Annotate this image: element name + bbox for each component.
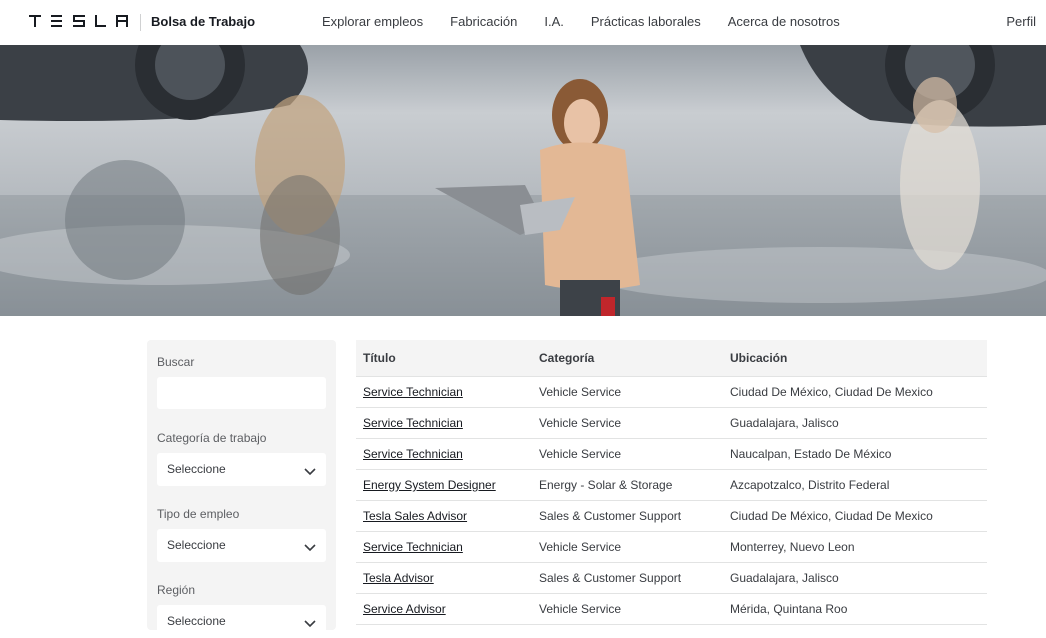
job-title-link[interactable]: Tesla Advisor (363, 571, 434, 585)
nav-explorar-empleos[interactable]: Explorar empleos (322, 14, 423, 29)
nav-ia[interactable]: I.A. (544, 14, 564, 29)
job-title-link[interactable]: Service Technician (363, 385, 463, 399)
type-select[interactable]: Seleccione (157, 529, 326, 562)
job-location: Mérida, Quintana Roo (730, 602, 848, 616)
table-row: Energy System Designer Energy - Solar & … (356, 470, 987, 501)
table-row: Tesla Sales Advisor Sales & Customer Sup… (356, 501, 987, 532)
job-title-link[interactable]: Energy System Designer (363, 478, 496, 492)
column-header-location[interactable]: Ubicación (730, 351, 787, 365)
category-select[interactable]: Seleccione (157, 453, 326, 486)
region-select-value: Seleccione (167, 614, 226, 628)
nav-practicas-laborales[interactable]: Prácticas laborales (591, 14, 701, 29)
hero-image (0, 45, 1046, 316)
job-title-link[interactable]: Service Technician (363, 416, 463, 430)
job-category: Vehicle Service (539, 540, 622, 554)
nav-acerca-de-nosotros[interactable]: Acerca de nosotros (728, 14, 840, 29)
table-row: Service Technician Vehicle Service Nauca… (356, 439, 987, 470)
region-select[interactable]: Seleccione (157, 605, 326, 638)
category-label: Categoría de trabajo (157, 431, 267, 445)
job-category: Vehicle Service (539, 385, 622, 399)
job-category: Sales & Customer Support (539, 509, 682, 523)
job-title-link[interactable]: Service Advisor (363, 602, 446, 616)
job-category: Vehicle Service (539, 447, 622, 461)
type-select-value: Seleccione (167, 538, 226, 552)
job-location: Azcapotzalco, Distrito Federal (730, 478, 890, 492)
job-category: Energy - Solar & Storage (539, 478, 673, 492)
job-location: Ciudad De México, Ciudad De Mexico (730, 385, 933, 399)
chevron-down-icon (304, 464, 316, 476)
top-header: Bolsa de Trabajo Explorar empleos Fabric… (0, 0, 1046, 45)
type-label: Tipo de empleo (157, 507, 240, 521)
column-header-title[interactable]: Título (363, 351, 396, 365)
column-header-category[interactable]: Categoría (539, 351, 594, 365)
job-location: Ciudad De México, Ciudad De Mexico (730, 509, 933, 523)
chevron-down-icon (304, 616, 316, 628)
tesla-logo[interactable] (29, 15, 129, 28)
table-row: Service Technician Vehicle Service Ciuda… (356, 377, 987, 408)
job-category: Sales & Customer Support (539, 571, 682, 585)
job-location: Monterrey, Nuevo Leon (730, 540, 855, 554)
site-brand[interactable]: Bolsa de Trabajo (151, 14, 255, 29)
header-divider (140, 14, 141, 31)
jobs-table: Título Categoría Ubicación Service Techn… (356, 340, 987, 625)
region-label: Región (157, 583, 196, 597)
table-header: Título Categoría Ubicación (356, 340, 987, 377)
search-label: Buscar (157, 355, 195, 369)
table-row: Service Advisor Vehicle Service Mérida, … (356, 594, 987, 625)
chevron-down-icon (304, 540, 316, 552)
filters-panel: Buscar Categoría de trabajo Seleccione T… (147, 340, 336, 638)
job-category: Vehicle Service (539, 602, 622, 616)
main-nav: Explorar empleos Fabricación I.A. Prácti… (322, 14, 867, 29)
job-title-link[interactable]: Service Technician (363, 447, 463, 461)
table-row: Service Technician Vehicle Service Monte… (356, 532, 987, 563)
job-location: Guadalajara, Jalisco (730, 571, 839, 585)
job-location: Naucalpan, Estado De México (730, 447, 892, 461)
nav-fabricacion[interactable]: Fabricación (450, 14, 517, 29)
category-select-value: Seleccione (167, 462, 226, 476)
table-row: Tesla Advisor Sales & Customer Support G… (356, 563, 987, 594)
job-location: Guadalajara, Jalisco (730, 416, 839, 430)
table-row: Service Technician Vehicle Service Guada… (356, 408, 987, 439)
job-title-link[interactable]: Tesla Sales Advisor (363, 509, 467, 523)
profile-link[interactable]: Perfil (1006, 14, 1036, 29)
job-category: Vehicle Service (539, 416, 622, 430)
search-input[interactable] (157, 377, 326, 409)
job-title-link[interactable]: Service Technician (363, 540, 463, 554)
